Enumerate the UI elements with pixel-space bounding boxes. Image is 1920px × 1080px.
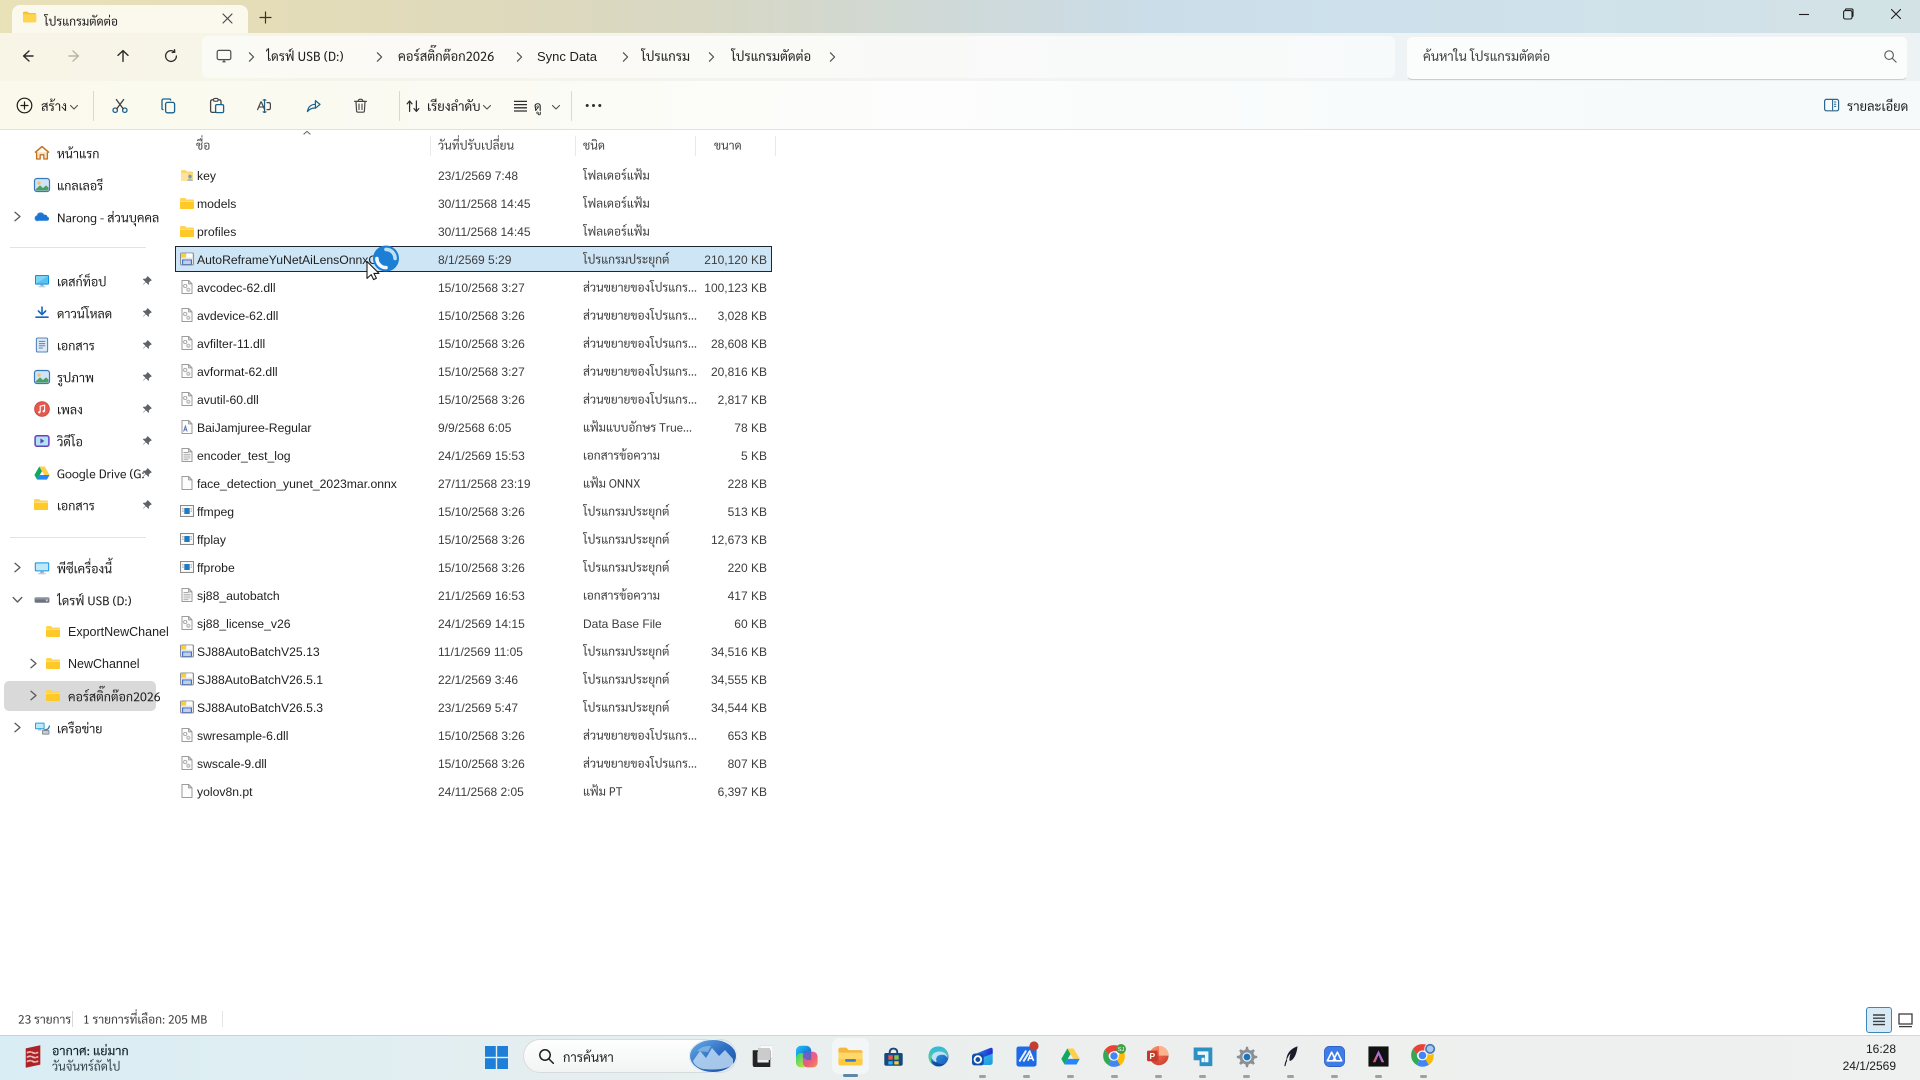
svg-text:SJ: SJ	[1118, 1047, 1125, 1053]
svg-text:P: P	[1150, 1051, 1156, 1061]
